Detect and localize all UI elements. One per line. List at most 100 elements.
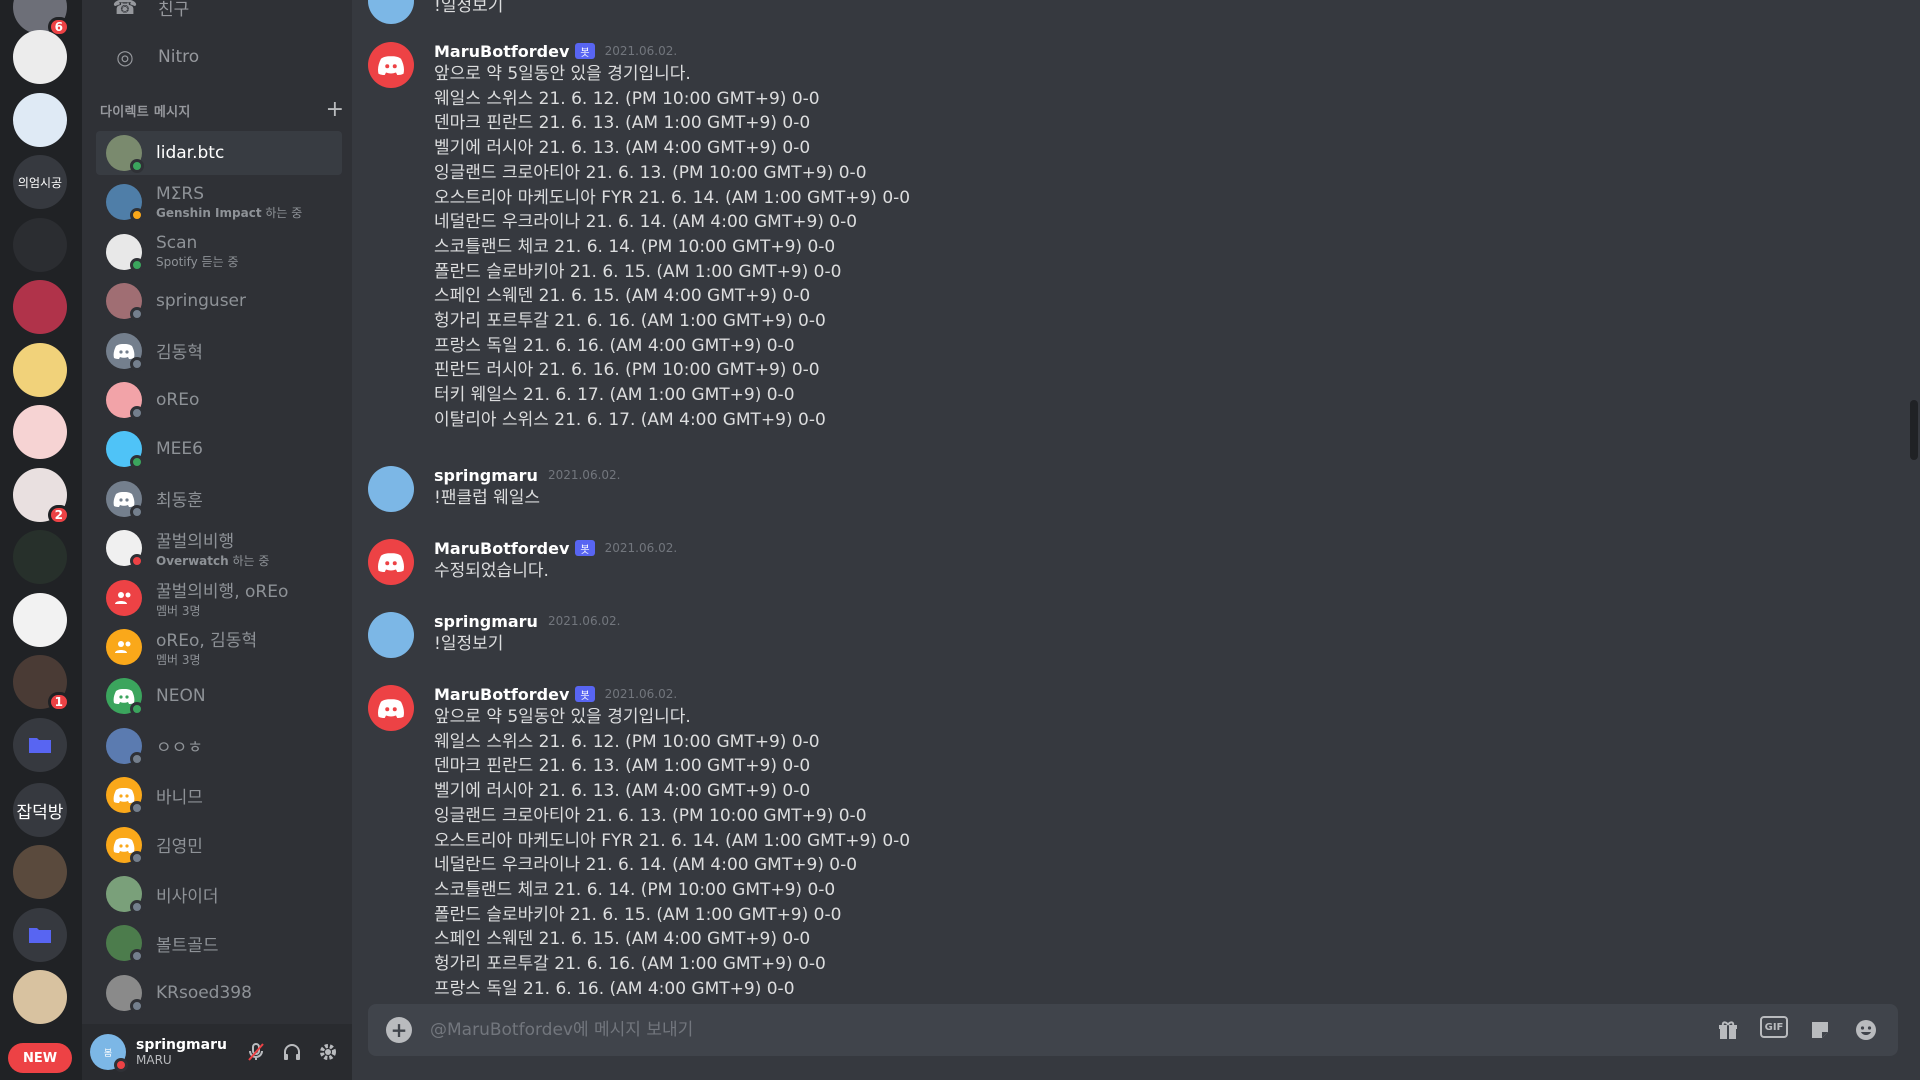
status-dot	[130, 850, 144, 865]
server-icon[interactable]: 2	[13, 468, 70, 525]
emoji-icon[interactable]	[1852, 1016, 1880, 1044]
message-line: 프랑스 독일 21. 6. 16. (AM 4:00 GMT+9) 0-0	[434, 978, 795, 999]
server-icon[interactable]	[13, 908, 67, 962]
discord-logo-icon	[113, 837, 135, 853]
message-line: 네덜란드 우크라이나 21. 6. 14. (AM 4:00 GMT+9) 0-…	[434, 855, 858, 876]
bot-avatar[interactable]	[368, 539, 414, 585]
self-avatar[interactable]: 봄	[90, 1034, 128, 1072]
dm-item[interactable]: 꿀벌의비행, oREo 멤버 3명	[96, 576, 342, 620]
server-icon[interactable]	[13, 718, 67, 772]
avatar	[106, 925, 144, 964]
message-author[interactable]: MaruBotfordev	[434, 685, 569, 704]
dm-item[interactable]: ㅇㅇㅎ	[96, 724, 342, 768]
message-author[interactable]: MaruBotfordev	[434, 42, 569, 61]
server-icon[interactable]	[13, 93, 67, 147]
message-line: 스코틀랜드 체코 21. 6. 14. (PM 10:00 GMT+9) 0-0	[434, 236, 836, 257]
avatar	[106, 233, 144, 272]
message-line: 스페인 스웨덴 21. 6. 15. (AM 4:00 GMT+9) 0-0	[434, 286, 811, 307]
dm-item[interactable]: oREo	[96, 378, 342, 422]
dm-item[interactable]: 꿀벌의비행 Overwatch 하는 중	[96, 526, 342, 570]
discord-logo-icon	[378, 699, 404, 718]
discord-logo-icon	[113, 491, 135, 507]
bot-avatar[interactable]	[368, 685, 414, 731]
avatar[interactable]	[368, 0, 414, 24]
dm-item[interactable]: Scan Spotify 듣는 중	[96, 230, 342, 274]
dm-name: 꿀벌의비행	[156, 532, 235, 553]
server-icon[interactable]	[13, 530, 67, 584]
dm-item[interactable]: MEE6	[96, 427, 342, 471]
message-author[interactable]: springmaru	[434, 612, 538, 631]
server-icon[interactable]	[13, 30, 67, 84]
server-icon[interactable]	[13, 593, 67, 647]
dm-item[interactable]: 볼트골드	[96, 921, 342, 965]
activity-text: Spotify 듣는 중	[156, 255, 239, 270]
dm-activity: 멤버 3명	[156, 651, 257, 668]
activity-text: 멤버 3명	[156, 653, 201, 667]
server-icon[interactable]: 잡덕방	[13, 783, 67, 837]
add-attachment-icon[interactable]: +	[386, 1017, 412, 1043]
user-avatar[interactable]	[368, 466, 414, 512]
message-line: 웨일스 스위스 21. 6. 12. (PM 10:00 GMT+9) 0-0	[434, 731, 820, 752]
settings-icon[interactable]	[314, 1038, 342, 1066]
dm-item[interactable]: 최동훈	[96, 477, 342, 521]
avatar	[106, 876, 144, 914]
message-line: !일정보기	[434, 0, 504, 16]
dm-name: 볼트골드	[156, 935, 219, 956]
avatar	[106, 184, 144, 223]
dm-item[interactable]: oREo, 김동혁 멤버 3명	[96, 625, 342, 669]
server-icon[interactable]: 6	[13, 0, 70, 37]
server-icon[interactable]: 의엄시공	[13, 155, 67, 209]
server-icon[interactable]	[13, 970, 67, 1024]
gift-icon[interactable]	[1714, 1016, 1742, 1044]
dm-item[interactable]: 바니므	[96, 773, 342, 817]
message-line: 헝가리 포르투갈 21. 6. 16. (AM 1:00 GMT+9) 0-0	[434, 311, 826, 332]
dm-item[interactable]: 김영민	[96, 823, 342, 867]
status-dot	[130, 504, 144, 519]
server-icon[interactable]	[13, 405, 67, 459]
gif-button[interactable]: GIF	[1760, 1016, 1788, 1038]
mute-icon[interactable]	[242, 1038, 270, 1066]
message-author[interactable]: MaruBotfordev	[434, 539, 569, 558]
dm-item[interactable]: springuser	[96, 279, 342, 323]
dm-name: MΣRS	[156, 183, 205, 204]
dm-item[interactable]: 비사이더	[96, 872, 342, 916]
dm-item[interactable]: 김동혁	[96, 329, 342, 373]
dm-item[interactable]: lidar.btc	[96, 131, 342, 175]
message-line: 잉글랜드 크로아티아 21. 6. 13. (PM 10:00 GMT+9) 0…	[434, 162, 867, 183]
status-dot	[130, 998, 144, 1013]
dm-item[interactable]: NEON	[96, 674, 342, 718]
dm-item[interactable]: MΣRS Genshin Impact 하는 중	[96, 180, 342, 224]
create-dm-icon[interactable]: +	[326, 99, 344, 121]
scroll-thumb[interactable]	[1910, 400, 1918, 460]
nitro-icon: ◎	[116, 45, 134, 69]
headphones-icon[interactable]	[278, 1038, 306, 1066]
nav-friends[interactable]: ☎ 친구	[96, 0, 342, 28]
dm-name: 바니므	[156, 787, 203, 808]
status-dot	[130, 702, 144, 717]
server-icon[interactable]	[13, 280, 67, 334]
server-icon[interactable]	[13, 845, 67, 899]
message-author[interactable]: springmaru	[434, 466, 538, 485]
message-line: 폴란드 슬로바키아 21. 6. 15. (AM 1:00 GMT+9) 0-0	[434, 261, 842, 282]
mention-badge: 1	[47, 692, 70, 712]
dm-name: KRsoed398	[156, 982, 252, 1003]
bot-tag: 봇	[575, 540, 595, 556]
sticker-icon[interactable]	[1806, 1016, 1834, 1044]
server-icon[interactable]	[13, 343, 67, 397]
status-dot	[130, 406, 144, 420]
dm-name: 비사이더	[156, 886, 219, 907]
server-icon[interactable]	[13, 218, 67, 272]
bot-avatar[interactable]	[368, 42, 414, 88]
user-avatar[interactable]	[368, 612, 414, 658]
new-badge[interactable]: NEW	[8, 1043, 72, 1073]
avatar	[106, 678, 144, 717]
nav-nitro[interactable]: ◎ Nitro	[96, 36, 342, 78]
dm-item[interactable]: KRsoed398	[96, 971, 342, 1015]
dm-name: 꿀벌의비행, oREo	[156, 581, 289, 602]
server-icon[interactable]: 1	[13, 655, 70, 712]
message-timestamp: 2021.06.02.	[547, 468, 621, 482]
message-input[interactable]	[430, 1020, 1714, 1040]
scrollbar[interactable]	[1906, 0, 1920, 1000]
dm-activity: Genshin Impact 하는 중	[156, 204, 302, 221]
bot-tag: 봇	[575, 686, 595, 702]
